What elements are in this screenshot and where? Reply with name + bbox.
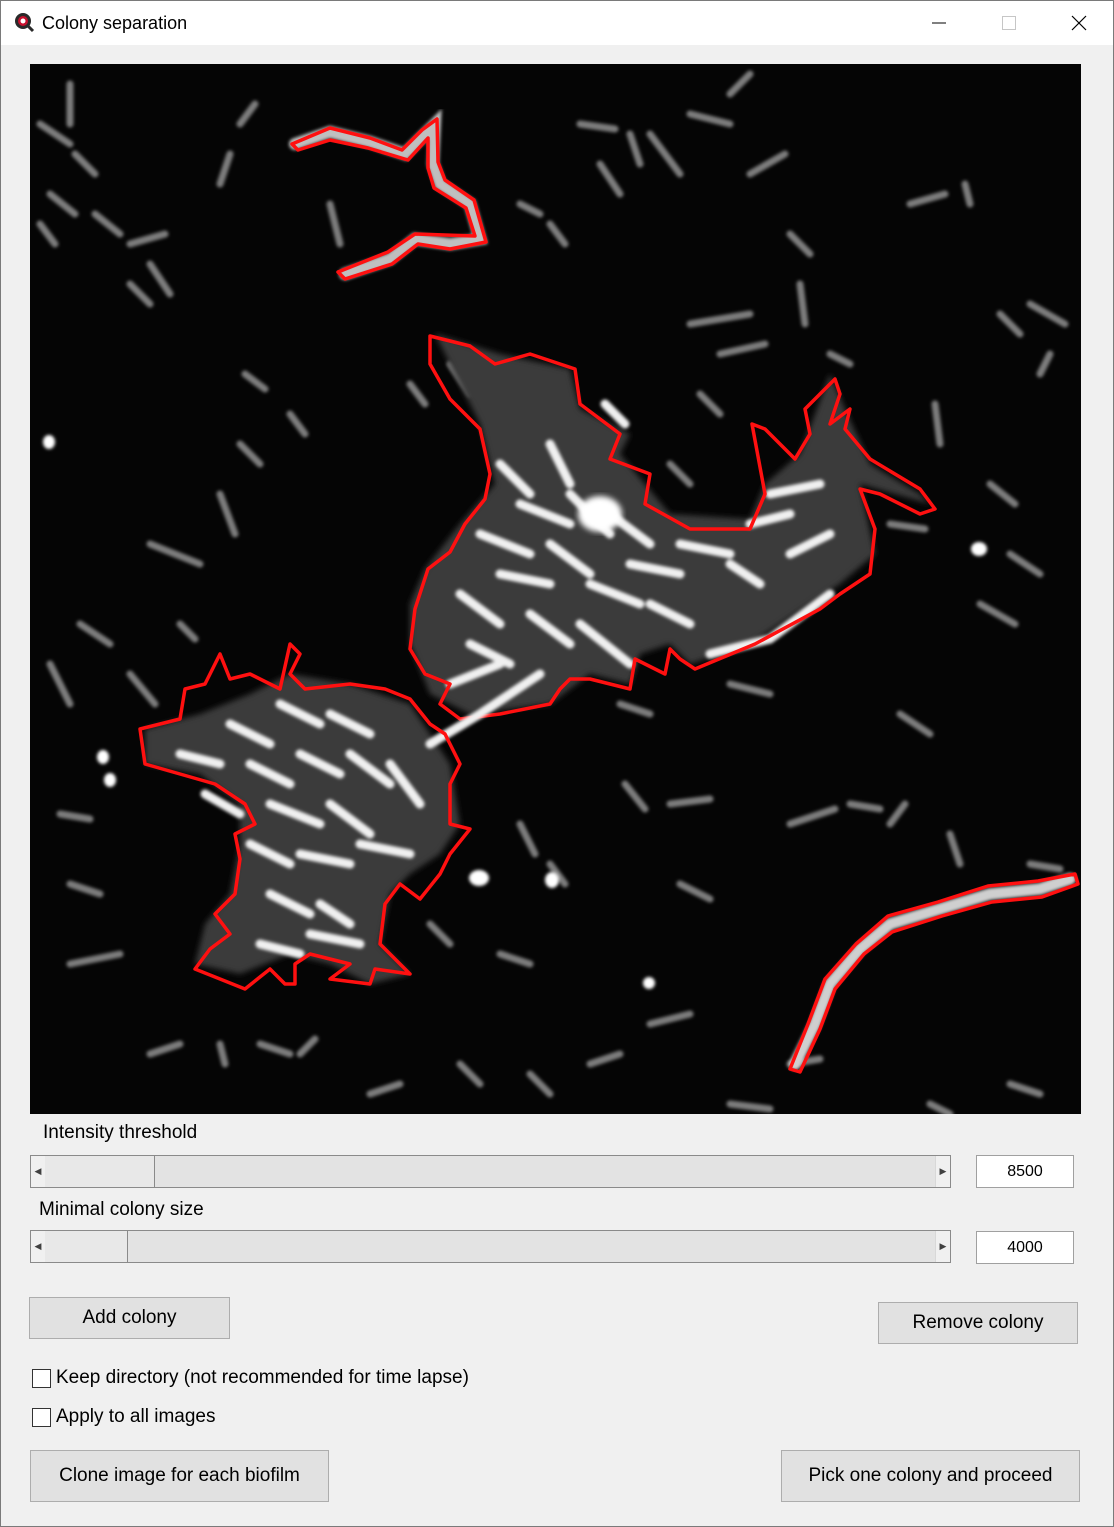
add-colony-button[interactable]: Add colony <box>29 1297 230 1339</box>
title-bar[interactable]: Colony separation <box>1 1 1113 45</box>
app-logo-icon <box>15 13 35 33</box>
minimal-colony-size-label: Minimal colony size <box>39 1199 204 1220</box>
scroll-left-arrow-icon[interactable]: ◀ <box>31 1156 46 1187</box>
minimize-icon <box>932 22 946 24</box>
maximize-icon <box>1002 16 1016 30</box>
minimal-colony-size-input[interactable]: 4000 <box>976 1231 1074 1264</box>
close-button[interactable] <box>1044 1 1114 45</box>
slider-thumb[interactable] <box>45 1156 155 1187</box>
remove-colony-button[interactable]: Remove colony <box>878 1302 1078 1344</box>
minimize-button[interactable] <box>904 1 974 45</box>
intensity-threshold-label: Intensity threshold <box>43 1122 198 1143</box>
intensity-threshold-slider[interactable]: ◀ ▶ <box>30 1155 951 1188</box>
window-title: Colony separation <box>42 13 188 33</box>
checkbox-box[interactable] <box>32 1368 51 1388</box>
pick-colony-button[interactable]: Pick one colony and proceed <box>781 1450 1080 1502</box>
apply-to-all-checkbox[interactable]: Apply to all images <box>32 1406 215 1428</box>
checkbox-box[interactable] <box>32 1407 51 1427</box>
microscopy-image-view[interactable] <box>30 64 1081 1114</box>
keep-directory-label: Keep directory (not recommended for time… <box>56 1367 469 1388</box>
scroll-left-arrow-icon[interactable]: ◀ <box>31 1231 46 1262</box>
minimal-colony-size-slider[interactable]: ◀ ▶ <box>30 1230 951 1263</box>
clone-image-button[interactable]: Clone image for each biofilm <box>30 1450 329 1502</box>
close-icon <box>1071 15 1087 31</box>
slider-track[interactable] <box>45 1156 936 1187</box>
intensity-threshold-input[interactable]: 8500 <box>976 1155 1074 1188</box>
apply-to-all-label: Apply to all images <box>56 1406 216 1427</box>
slider-thumb[interactable] <box>45 1231 128 1262</box>
colony-separation-window: Colony separation Intensity threshold ◀ … <box>0 0 1114 1527</box>
keep-directory-checkbox[interactable]: Keep directory (not recommended for time… <box>32 1367 469 1389</box>
scroll-right-arrow-icon[interactable]: ▶ <box>935 1231 950 1262</box>
scroll-right-arrow-icon[interactable]: ▶ <box>935 1156 950 1187</box>
microscopy-image <box>30 64 1081 1114</box>
maximize-button[interactable] <box>974 1 1044 45</box>
slider-track[interactable] <box>45 1231 936 1262</box>
